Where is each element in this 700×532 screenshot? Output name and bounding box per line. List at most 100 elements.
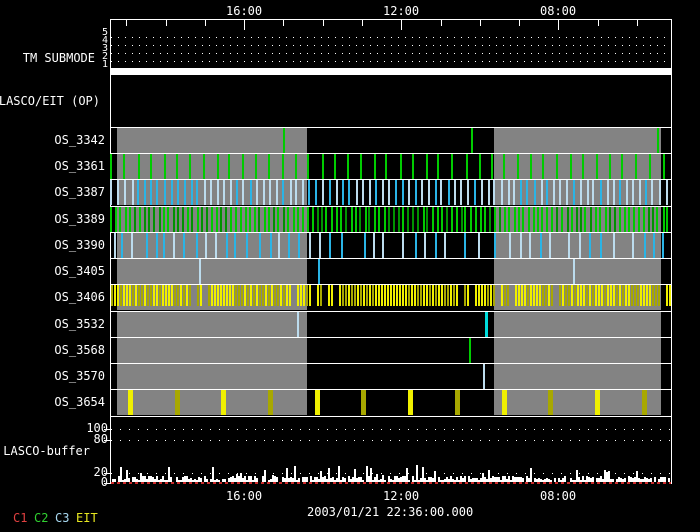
legend-item-c3: C3 bbox=[55, 511, 70, 525]
legend-item-c1: C1 bbox=[13, 511, 28, 525]
event-tick bbox=[548, 390, 553, 415]
event-tick bbox=[518, 207, 520, 232]
event-tick bbox=[384, 207, 386, 232]
event-tick bbox=[307, 207, 309, 232]
event-tick bbox=[441, 207, 443, 232]
event-tick bbox=[467, 285, 469, 306]
buffer-bar bbox=[344, 478, 346, 482]
event-tick bbox=[440, 180, 442, 205]
event-tick bbox=[232, 285, 234, 306]
event-tick bbox=[622, 285, 624, 306]
buffer-grid-dotted-line bbox=[111, 440, 671, 441]
event-tick bbox=[542, 154, 544, 179]
event-tick bbox=[666, 285, 668, 306]
gray-band-right bbox=[494, 364, 661, 389]
event-tick bbox=[656, 207, 658, 232]
event-tick bbox=[464, 207, 466, 232]
event-tick bbox=[610, 285, 612, 306]
event-tick bbox=[483, 364, 485, 389]
buffer-bar bbox=[170, 477, 172, 482]
event-tick bbox=[214, 285, 216, 306]
event-tick bbox=[528, 207, 530, 232]
top-axis-tick-label: 08:00 bbox=[540, 4, 577, 18]
event-tick bbox=[268, 390, 273, 415]
event-tick bbox=[432, 207, 434, 232]
event-tick bbox=[228, 154, 230, 179]
buffer-bar bbox=[434, 471, 436, 482]
tm-grid-dotted-line bbox=[111, 53, 671, 54]
event-tick bbox=[177, 285, 179, 306]
gray-band-left bbox=[117, 364, 307, 389]
event-tick bbox=[657, 128, 659, 153]
event-tick bbox=[132, 285, 134, 306]
event-tick bbox=[666, 180, 668, 205]
event-tick bbox=[189, 285, 191, 306]
event-tick bbox=[348, 285, 350, 306]
event-tick bbox=[546, 180, 548, 205]
event-tick bbox=[508, 180, 510, 205]
event-tick bbox=[652, 285, 654, 306]
event-tick bbox=[156, 233, 158, 258]
event-tick bbox=[235, 285, 237, 306]
event-tick bbox=[321, 207, 323, 232]
event-tick bbox=[517, 154, 519, 179]
event-tick bbox=[175, 390, 180, 415]
event-tick bbox=[592, 285, 594, 306]
event-tick bbox=[595, 207, 597, 232]
event-tick bbox=[196, 180, 198, 205]
event-tick bbox=[318, 259, 320, 284]
event-tick bbox=[399, 285, 401, 306]
event-tick bbox=[210, 180, 212, 205]
event-tick bbox=[363, 285, 365, 306]
event-tick bbox=[360, 154, 362, 179]
event-tick bbox=[223, 180, 225, 205]
event-tick bbox=[568, 285, 570, 306]
event-tick bbox=[256, 285, 258, 306]
event-tick bbox=[382, 233, 384, 258]
event-tick bbox=[561, 207, 563, 232]
event-tick bbox=[536, 285, 538, 306]
event-tick bbox=[638, 207, 640, 232]
buffer-bar bbox=[408, 480, 410, 482]
event-tick bbox=[444, 233, 446, 258]
event-tick bbox=[217, 180, 219, 205]
event-tick bbox=[315, 390, 320, 415]
event-tick bbox=[268, 285, 270, 306]
event-tick bbox=[595, 285, 597, 306]
event-tick bbox=[362, 180, 364, 205]
event-tick bbox=[288, 233, 290, 258]
event-tick bbox=[614, 207, 616, 232]
event-tick bbox=[493, 180, 495, 205]
event-tick bbox=[173, 207, 175, 232]
event-tick bbox=[466, 154, 468, 179]
event-tick bbox=[637, 285, 639, 306]
event-tick bbox=[276, 180, 278, 205]
buffer-bar bbox=[612, 479, 614, 482]
top-axis-tick bbox=[362, 19, 363, 26]
event-tick bbox=[132, 180, 134, 205]
event-tick bbox=[489, 207, 491, 232]
event-tick bbox=[471, 128, 473, 153]
row-separator-line bbox=[110, 232, 672, 233]
event-tick bbox=[374, 207, 376, 232]
buffer-ytick bbox=[104, 440, 110, 441]
event-tick bbox=[658, 285, 660, 306]
top-axis-tick bbox=[166, 19, 167, 26]
event-tick bbox=[520, 233, 522, 258]
event-tick bbox=[478, 285, 480, 306]
event-tick bbox=[375, 180, 377, 205]
event-tick bbox=[246, 233, 248, 258]
event-tick bbox=[616, 285, 618, 306]
event-tick bbox=[156, 285, 158, 306]
event-tick bbox=[121, 233, 123, 258]
event-tick bbox=[135, 285, 137, 306]
event-tick bbox=[378, 285, 380, 306]
event-tick bbox=[137, 180, 139, 205]
event-tick bbox=[315, 180, 317, 205]
event-tick bbox=[545, 285, 547, 306]
buffer-bar bbox=[384, 480, 386, 482]
event-tick bbox=[129, 207, 131, 232]
event-tick bbox=[388, 207, 390, 232]
event-tick bbox=[437, 207, 439, 232]
event-tick bbox=[414, 285, 416, 306]
